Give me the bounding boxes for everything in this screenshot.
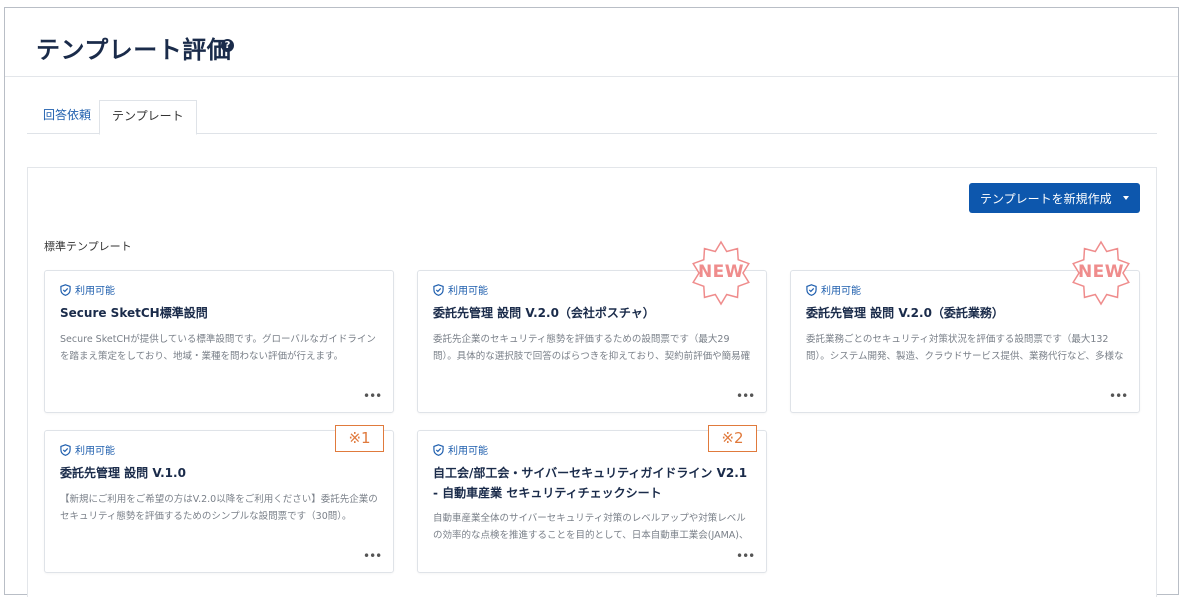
new-badge-text: NEW — [1077, 262, 1125, 282]
card-title[interactable]: 委託先管理 設問 V.2.0（委託業務） — [806, 303, 1126, 323]
tab-answer-requests[interactable]: 回答依頼 — [31, 100, 103, 134]
status-badge: 利用可能 — [806, 282, 861, 297]
tab-bar: 回答依頼 テンプレート — [27, 100, 1157, 135]
status-badge: 利用可能 — [60, 282, 115, 297]
new-badge: NEW — [688, 240, 754, 306]
status-text: 利用可能 — [448, 446, 488, 457]
create-template-button[interactable]: テンプレートを新規作成 — [969, 183, 1140, 213]
caret-down-icon — [1123, 196, 1129, 200]
more-horizontal-icon[interactable]: ••• — [363, 390, 382, 402]
more-horizontal-icon[interactable]: ••• — [363, 550, 382, 562]
tab-templates[interactable]: テンプレート — [99, 100, 197, 135]
templates-panel: テンプレートを新規作成 標準テンプレート 利用可能 Secure SketCH標… — [27, 167, 1157, 597]
page-title: テンプレート評価 — [36, 36, 232, 64]
more-horizontal-icon[interactable]: ••• — [736, 550, 755, 562]
status-text: 利用可能 — [75, 286, 115, 297]
shield-check-icon — [433, 443, 444, 456]
new-badge: NEW — [1068, 240, 1134, 306]
status-badge: 利用可能 — [433, 282, 488, 297]
more-horizontal-icon[interactable]: ••• — [736, 390, 755, 402]
status-text: 利用可能 — [821, 286, 861, 297]
page-header: テンプレート評価 ? — [5, 8, 1178, 77]
shield-check-icon — [60, 443, 71, 456]
card-description: Secure SketCHが提供している標準設問です。グローバルなガイドラインを… — [60, 334, 376, 362]
status-text: 利用可能 — [448, 286, 488, 297]
card-title[interactable]: 委託先管理 設問 V.2.0（会社ポスチャ） — [433, 303, 753, 323]
status-text: 利用可能 — [75, 446, 115, 457]
card-description: 【新規にご利用をご希望の方はV.2.0以降をご利用ください】委託先企業のセキュリ… — [60, 494, 378, 522]
shield-check-icon — [806, 283, 817, 296]
app-window: テンプレート評価 ? 回答依頼 テンプレート テンプレートを新規作成 標準テンプ… — [4, 7, 1179, 597]
status-badge: 利用可能 — [60, 442, 115, 457]
shield-check-icon — [60, 283, 71, 296]
more-horizontal-icon[interactable]: ••• — [1109, 390, 1128, 402]
card-description: 委託先企業のセキュリティ態勢を評価するための設問票です（最大29問）。具体的な選… — [433, 334, 751, 362]
status-badge: 利用可能 — [433, 442, 488, 457]
shield-check-icon — [433, 283, 444, 296]
section-standard-templates-label: 標準テンプレート — [44, 240, 132, 253]
card-description: 自動車産業全体のサイバーセキュリティ対策のレベルアップや対策レベルの効率的な点検… — [433, 513, 749, 541]
new-badge-text: NEW — [697, 262, 745, 282]
note-badge-2: ※2 — [708, 425, 757, 452]
template-card-securesketch[interactable]: 利用可能 Secure SketCH標準設問 Secure SketCHが提供し… — [44, 270, 394, 413]
card-title[interactable]: Secure SketCH標準設問 — [60, 303, 380, 323]
note-badge-1: ※1 — [335, 425, 384, 452]
card-title[interactable]: 自工会/部工会・サイバーセキュリティガイドライン V2.1 - 自動車産業 セキ… — [433, 463, 753, 503]
card-title[interactable]: 委託先管理 設問 V.1.0 — [60, 463, 380, 483]
question-circle-icon[interactable]: ? — [221, 39, 234, 52]
card-description: 委託業務ごとのセキュリティ対策状況を評価する設問票です（最大132問）。システム… — [806, 334, 1124, 362]
create-template-label: テンプレートを新規作成 — [980, 191, 1112, 206]
